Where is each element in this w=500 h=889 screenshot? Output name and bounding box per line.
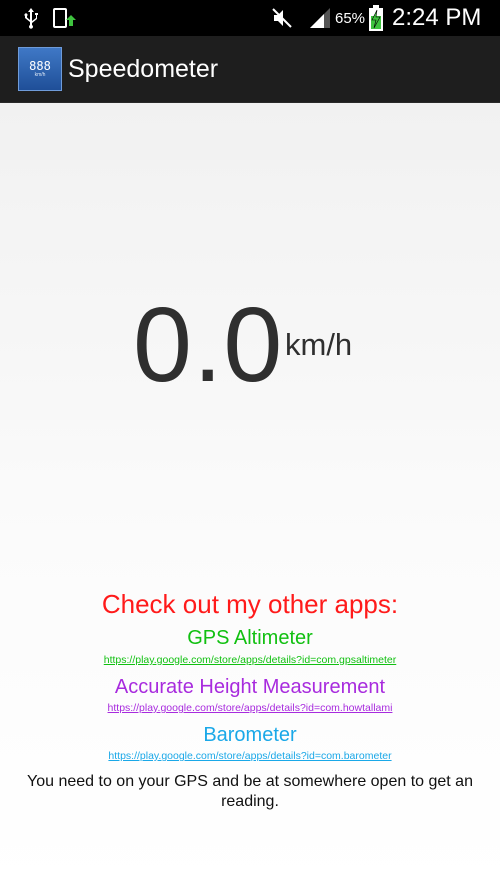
battery-percent: 65% xyxy=(335,9,366,27)
sync-icon xyxy=(52,0,76,36)
usb-icon xyxy=(22,0,40,36)
status-bar: 65% 2:24 PM xyxy=(0,0,500,36)
promo-app-name-gps-altimeter[interactable]: GPS Altimeter xyxy=(0,625,500,651)
promo-heading: Check out my other apps: xyxy=(101,589,399,619)
promo-app-link-barometer[interactable]: https://play.google.com/store/apps/detai… xyxy=(0,749,500,763)
speed-value: 0.0 xyxy=(133,286,284,404)
signal-icon xyxy=(308,0,332,36)
app-icon[interactable]: 888 km/h xyxy=(18,47,62,91)
app-title: Speedometer xyxy=(68,55,219,83)
mute-icon xyxy=(270,0,294,36)
promo-app-name-height-measurement[interactable]: Accurate Height Measurement xyxy=(0,674,500,700)
app-icon-digits: 888 xyxy=(29,59,51,73)
app-icon-unit: km/h xyxy=(34,72,46,78)
promo-app-name-barometer[interactable]: Barometer xyxy=(0,722,500,748)
promo-app-link-height-measurement[interactable]: https://play.google.com/store/apps/detai… xyxy=(0,701,500,715)
status-time: 2:24 PM xyxy=(392,4,482,31)
battery-charging-icon xyxy=(368,0,384,36)
promo-app-link-gps-altimeter[interactable]: https://play.google.com/store/apps/detai… xyxy=(0,653,500,667)
gps-notice: You need to on your GPS and be at somewh… xyxy=(27,773,473,810)
speed-unit: km/h xyxy=(285,327,353,362)
